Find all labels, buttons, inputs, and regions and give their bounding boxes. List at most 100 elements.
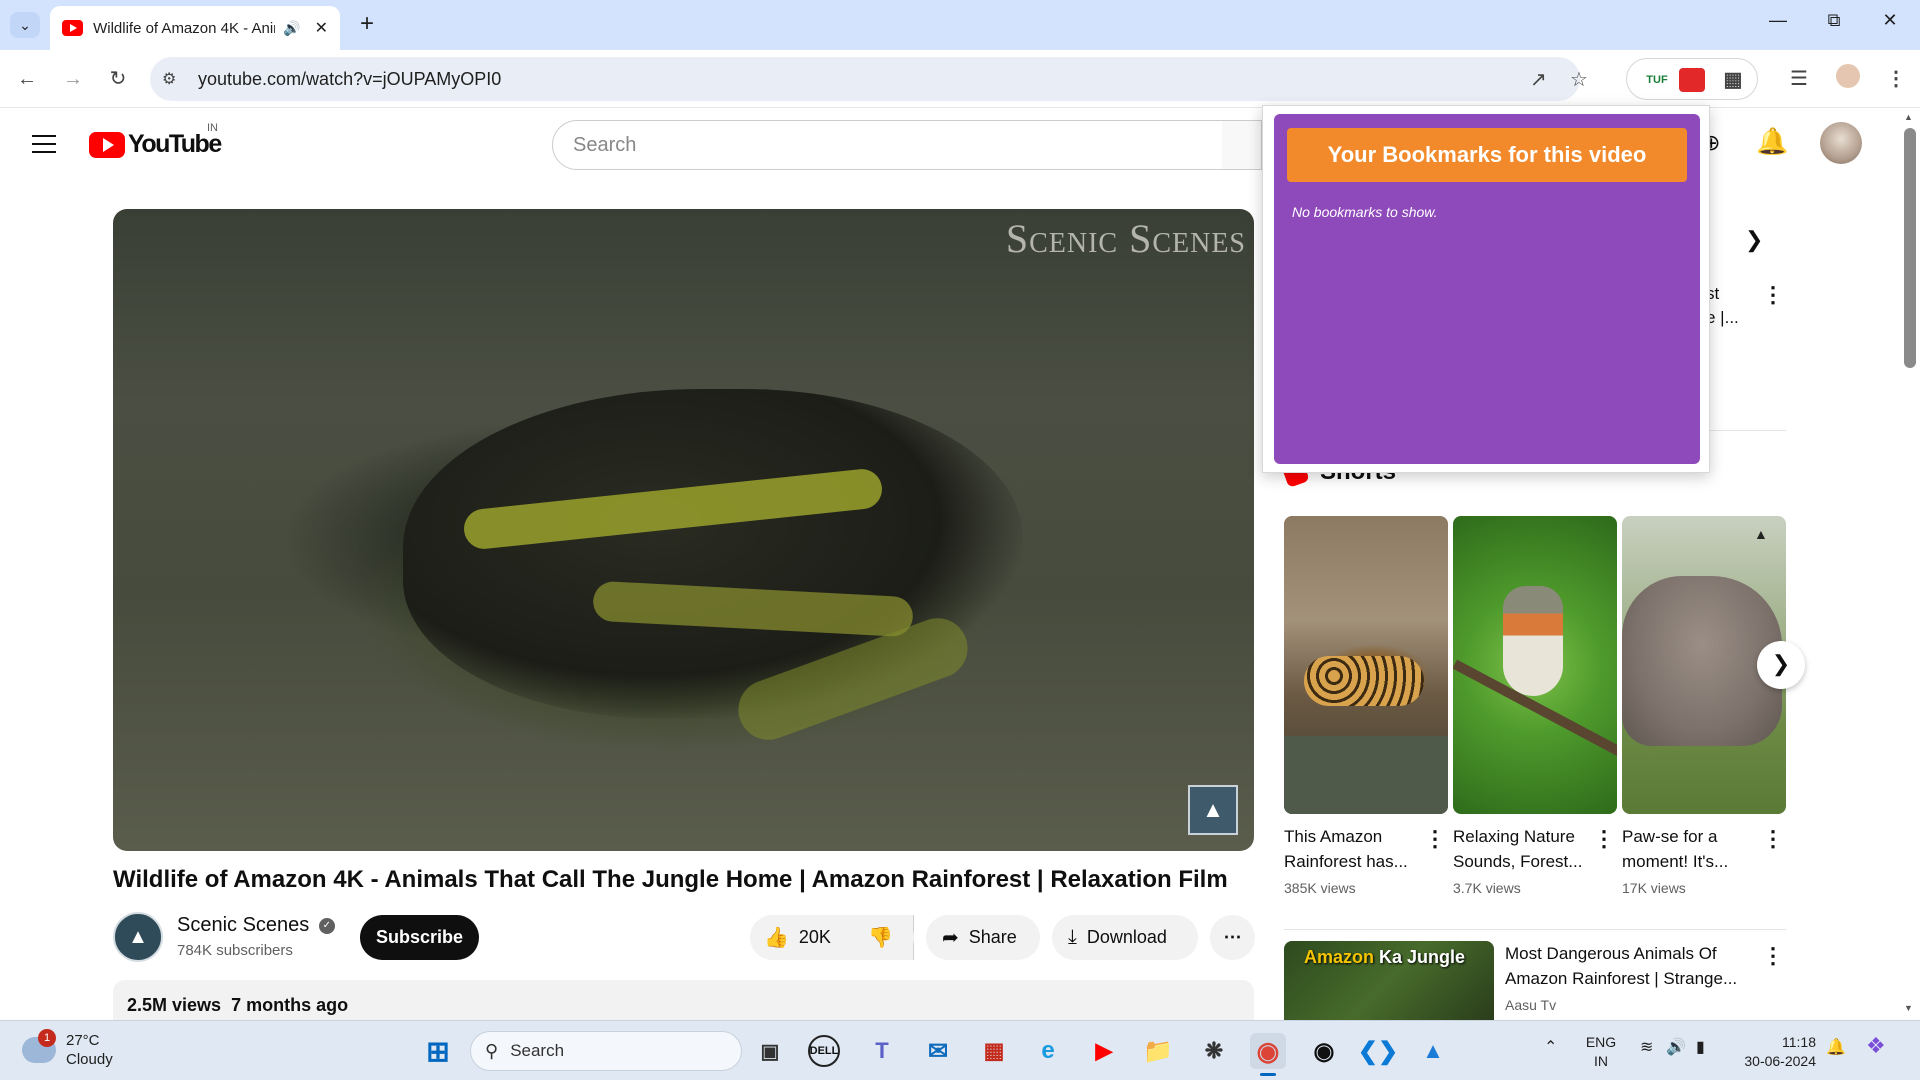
restore-window-button[interactable]: ⧉ [1814, 10, 1854, 31]
recommendation-channel[interactable]: Aasu Tv [1505, 997, 1556, 1013]
tab-close-icon[interactable]: ✕ [315, 18, 328, 38]
channel-watermark-icon[interactable]: ▲ [1188, 785, 1238, 835]
download-button[interactable]: ⤓ Download [1052, 915, 1198, 960]
copilot-icon[interactable]: ❖ [1866, 1033, 1886, 1059]
url-text[interactable]: youtube.com/watch?v=jOUPAMyOPI0 [198, 69, 501, 90]
youtube-search-button[interactable] [1222, 120, 1262, 170]
short-title-2[interactable]: Relaxing Nature Sounds, Forest... [1453, 824, 1593, 874]
share-label: Share [968, 927, 1017, 947]
share-button[interactable]: ➦ Share [926, 915, 1040, 960]
scroll-down-arrow-icon[interactable]: ▼ [1904, 1003, 1913, 1013]
dislike-button[interactable]: 👎 [850, 915, 914, 960]
task-view-icon[interactable]: ▣ [752, 1033, 788, 1069]
chrome-browser-icon[interactable]: ◉ [1250, 1033, 1286, 1069]
site-info-icon[interactable]: ⚙ [162, 69, 198, 89]
bookmark-extension-icon[interactable] [1679, 68, 1705, 92]
volume-icon[interactable]: 🔊 [1666, 1037, 1686, 1057]
temperature: 27°C [66, 1032, 100, 1049]
posted-time: 7 months ago [231, 995, 349, 1015]
country-code: IN [207, 122, 218, 134]
mail-icon[interactable]: ✉ [920, 1033, 956, 1069]
account-avatar[interactable] [1820, 122, 1862, 164]
chips-next-arrow-icon[interactable]: ❯ [1745, 227, 1763, 253]
battery-icon[interactable]: ▮ [1696, 1037, 1705, 1057]
extensions-puzzle-icon[interactable]: ▦ [1721, 68, 1745, 92]
short-thumbnail-jaguar[interactable] [1284, 516, 1448, 814]
more-options-icon[interactable]: ⋮ [1424, 826, 1446, 852]
show-hidden-icons-chevron-icon[interactable]: ⌃ [1544, 1037, 1557, 1057]
bookmark-star-icon[interactable]: ☆ [1570, 67, 1588, 92]
profile-avatar-icon[interactable] [1836, 64, 1860, 88]
channel-icon: ▲ [1754, 526, 1768, 542]
weather-widget[interactable]: 1 27°C Cloudy [22, 1029, 113, 1069]
close-window-button[interactable]: ✕ [1870, 10, 1910, 31]
notifications-bell-icon[interactable]: 🔔 [1756, 126, 1788, 157]
tab-title: Wildlife of Amazon 4K - Animals That Cal… [93, 19, 275, 37]
back-button[interactable]: ← [12, 64, 42, 94]
taskbar-search-box[interactable]: ⚲ Search [470, 1031, 742, 1071]
reload-button[interactable]: ↻ [103, 64, 133, 94]
partial-recommendation-title[interactable]: st e |... [1706, 282, 1739, 330]
scrollbar-thumb[interactable] [1904, 128, 1916, 368]
recommendation-title[interactable]: Most Dangerous Animals Of Amazon Rainfor… [1505, 941, 1755, 991]
tab-search-dropdown-button[interactable]: ⌄ [10, 12, 40, 38]
edge-browser-icon[interactable]: e [1030, 1033, 1066, 1069]
video-player[interactable]: Scenic Scenes ▲ [113, 209, 1254, 851]
short-title-1[interactable]: This Amazon Rainforest has... [1284, 824, 1424, 874]
popup-title: Your Bookmarks for this video [1287, 128, 1687, 182]
youtube-logo[interactable]: YouTube IN [89, 122, 222, 159]
wifi-icon[interactable]: ≋ [1640, 1037, 1653, 1057]
empty-bookmarks-message: No bookmarks to show. [1292, 204, 1438, 220]
news-icon[interactable]: ▦ [976, 1033, 1012, 1069]
channel-name[interactable]: Scenic Scenes [177, 914, 309, 936]
subscriber-count: 784K subscribers [177, 942, 293, 959]
tuf-extension-icon[interactable]: TUF [1645, 68, 1669, 92]
clock-date: 30-06-2024 [1744, 1053, 1816, 1069]
subscribe-button[interactable]: Subscribe [360, 915, 479, 960]
system-clock[interactable]: 11:18 30-06-2024 [1736, 1033, 1816, 1071]
short-title-3[interactable]: Paw-se for a moment! It's... [1622, 824, 1762, 874]
browser-toolbar: ← → ↻ ⚙ youtube.com/watch?v=jOUPAMyOPI0 … [0, 50, 1920, 108]
github-icon[interactable]: ◉ [1306, 1033, 1342, 1069]
more-options-icon[interactable]: ⋮ [1762, 826, 1784, 852]
file-explorer-icon[interactable]: 📁 [1140, 1033, 1176, 1069]
language-indicator[interactable]: ENG IN [1584, 1033, 1618, 1071]
address-bar[interactable]: ⚙ youtube.com/watch?v=jOUPAMyOPI0 ↗ ☆ [150, 57, 1588, 101]
photos-app-icon[interactable]: ▲ [1415, 1033, 1451, 1069]
media-controls-icon[interactable]: ☰ [1790, 66, 1808, 91]
browser-tab-strip: ⌄ Wildlife of Amazon 4K - Animals That C… [0, 0, 1920, 50]
jaguar-figure [1304, 656, 1424, 706]
cloud-icon: 1 [22, 1029, 56, 1063]
channel-avatar[interactable]: ▲ [113, 912, 163, 962]
open-in-app-icon[interactable]: ↗ [1530, 67, 1547, 92]
youtube-logo-text: YouTube [128, 130, 222, 158]
speaker-icon[interactable]: 🔊 [283, 20, 300, 37]
youtube-app-icon[interactable]: ▶ [1086, 1033, 1122, 1069]
chatgpt-icon[interactable]: ❋ [1196, 1033, 1232, 1069]
more-actions-button[interactable]: ⋯ [1210, 915, 1255, 960]
youtube-search-input[interactable]: Search [552, 120, 1224, 170]
vscode-icon[interactable]: ❮❯ [1358, 1033, 1398, 1069]
recommendation-thumbnail[interactable]: Amazon Ka Jungle [1284, 941, 1494, 1021]
forward-button[interactable]: → [58, 64, 88, 94]
scroll-up-arrow-icon[interactable]: ▲ [1904, 112, 1913, 122]
minimize-window-button[interactable]: — [1758, 10, 1798, 31]
channel-name-row[interactable]: Scenic Scenes ✓ [177, 914, 335, 937]
new-tab-button[interactable]: + [352, 10, 382, 38]
more-options-icon[interactable]: ⋮ [1762, 282, 1784, 308]
more-options-icon[interactable]: ⋮ [1762, 943, 1784, 969]
search-icon: ⚲ [485, 1040, 499, 1061]
dell-icon[interactable]: DELL [808, 1035, 840, 1067]
more-options-icon[interactable]: ⋮ [1593, 826, 1615, 852]
browser-tab-youtube[interactable]: Wildlife of Amazon 4K - Animals That Cal… [50, 6, 340, 50]
notification-bell-icon[interactable]: 🔔 [1826, 1037, 1846, 1057]
menu-icon[interactable] [32, 135, 56, 153]
chrome-menu-icon[interactable]: ⋮ [1886, 66, 1906, 91]
thumbnail-caption: Amazon Ka Jungle [1304, 947, 1466, 967]
teams-icon[interactable]: T [864, 1033, 900, 1069]
shorts-next-button[interactable]: ❯ [1757, 641, 1805, 689]
view-count: 2.5M views [127, 995, 222, 1015]
windows-taskbar: 1 27°C Cloudy ⊞ ⚲ Search ▣ DELL T ✉ ▦ e … [0, 1020, 1920, 1080]
short-thumbnail-bird[interactable] [1453, 516, 1617, 814]
windows-start-icon[interactable]: ⊞ [420, 1033, 456, 1069]
